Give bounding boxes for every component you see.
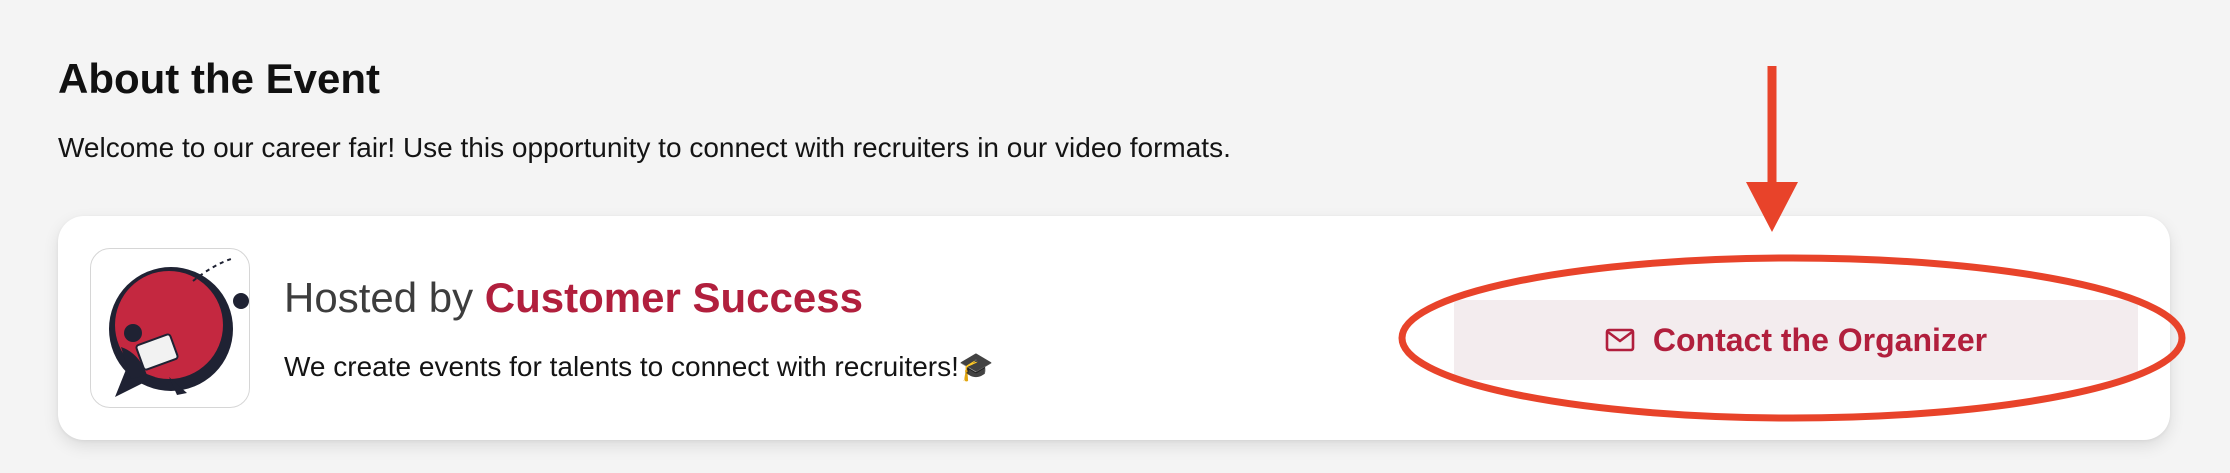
down-arrow-icon: [1746, 66, 1798, 232]
chat-bubble-illustration-icon: [109, 258, 249, 397]
event-description: Welcome to our career fair! Use this opp…: [58, 132, 1231, 163]
hosted-by-line: Hosted by Customer Success: [284, 272, 863, 324]
host-tagline-text: We create events for talents to connect …: [284, 351, 959, 382]
page-title: About the Event: [58, 55, 380, 102]
host-card: Hosted by Customer Success We create eve…: [58, 216, 2170, 440]
hosted-by-prefix: Hosted by: [284, 274, 485, 321]
mail-icon: [1605, 328, 1635, 352]
host-name: Customer Success: [484, 274, 863, 321]
host-tagline: We create events for talents to connect …: [284, 348, 994, 386]
contact-organizer-label: Contact the Organizer: [1652, 321, 1988, 358]
host-avatar: [90, 248, 250, 408]
graduation-cap-icon: 🎓: [958, 351, 994, 382]
contact-organizer-button[interactable]: Contact the Organizer: [1454, 300, 2138, 380]
